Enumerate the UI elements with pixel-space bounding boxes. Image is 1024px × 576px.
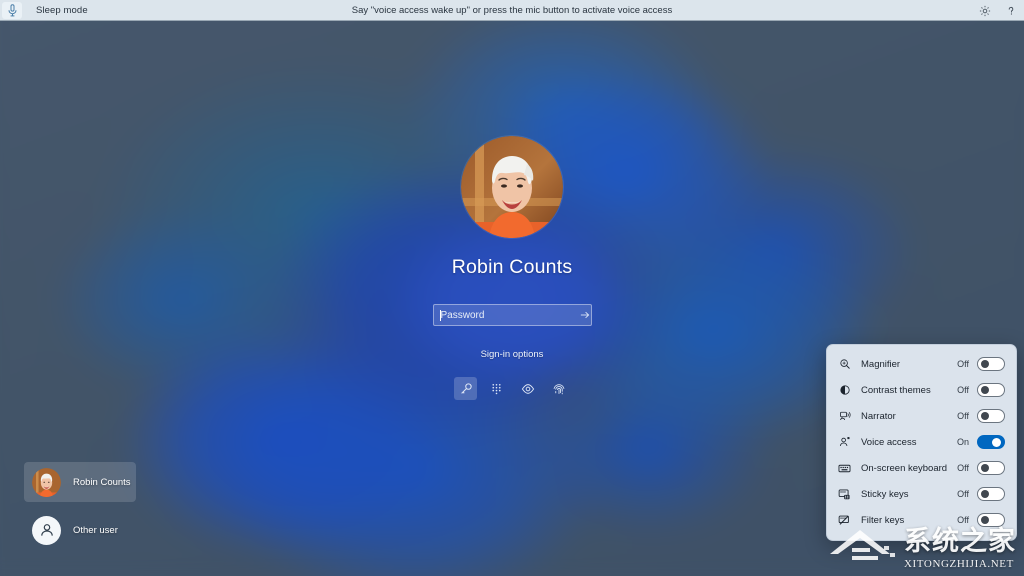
accessibility-item-magnifier[interactable]: Magnifier Off xyxy=(827,351,1016,377)
voice-access-bar-actions xyxy=(978,0,1018,21)
sign-in-methods xyxy=(454,377,570,400)
help-icon[interactable] xyxy=(1004,4,1018,18)
accessibility-item-label: Filter keys xyxy=(861,514,905,526)
toggle-switch[interactable] xyxy=(977,513,1005,527)
status-badge: Off xyxy=(957,515,969,525)
voice-access-icon xyxy=(837,436,852,448)
voice-access-bar: Sleep mode Say "voice access wake up" or… xyxy=(0,0,1024,21)
fingerprint-icon[interactable] xyxy=(547,377,570,400)
avatar xyxy=(461,136,563,238)
pin-keypad-icon[interactable] xyxy=(485,377,508,400)
accessibility-item-label: On-screen keyboard xyxy=(861,462,948,474)
page-title: Robin Counts xyxy=(451,256,573,278)
microphone-icon[interactable] xyxy=(2,1,22,19)
toggle-switch[interactable] xyxy=(977,409,1005,423)
accessibility-item-contrast-themes[interactable]: Contrast themes Off xyxy=(827,377,1016,403)
accessibility-item-voice-access[interactable]: Voice access On xyxy=(827,429,1016,455)
status-badge: Off xyxy=(957,359,969,369)
toggle-switch[interactable] xyxy=(977,487,1005,501)
avatar xyxy=(32,467,61,497)
lock-screen: Sleep mode Say "voice access wake up" or… xyxy=(0,0,1024,576)
voice-access-mode-label: Sleep mode xyxy=(36,4,88,16)
accessibility-flyout: Magnifier Off Contrast themes Off Narrat… xyxy=(826,344,1017,541)
narrator-icon xyxy=(837,410,852,422)
accessibility-item-label: Magnifier xyxy=(861,358,901,370)
text-caret xyxy=(439,310,441,321)
sticky-keys-icon xyxy=(837,488,852,501)
status-badge: On xyxy=(956,437,969,447)
gear-icon[interactable] xyxy=(978,4,992,18)
iris-eye-icon[interactable] xyxy=(516,377,539,400)
status-badge: Off xyxy=(957,385,969,395)
filter-keys-icon xyxy=(837,514,852,527)
sign-in-options-link[interactable]: Sign-in options xyxy=(481,349,544,360)
toggle-switch[interactable] xyxy=(977,435,1005,449)
list-item-label: Robin Counts xyxy=(73,476,131,488)
accessibility-item-narrator[interactable]: Narrator Off xyxy=(827,403,1016,429)
password-field-wrapper[interactable] xyxy=(432,304,592,326)
toggle-switch[interactable] xyxy=(977,357,1005,371)
accessibility-item-label: Contrast themes xyxy=(861,384,931,396)
password-input[interactable] xyxy=(433,305,579,325)
toggle-switch[interactable] xyxy=(977,383,1005,397)
accessibility-item-label: Voice access xyxy=(861,436,917,448)
list-item[interactable]: Other user xyxy=(24,510,136,550)
on-screen-keyboard-icon xyxy=(837,462,852,475)
toggle-switch[interactable] xyxy=(977,461,1005,475)
status-badge: Off xyxy=(957,463,969,473)
user-switcher: Robin Counts Other user xyxy=(24,462,136,550)
person-icon xyxy=(32,515,61,545)
voice-access-hint: Say "voice access wake up" or press the … xyxy=(351,4,673,16)
list-item[interactable]: Robin Counts xyxy=(24,462,136,502)
list-item-label: Other user xyxy=(73,524,118,536)
accessibility-item-label: Narrator xyxy=(861,410,896,422)
accessibility-item-label: Sticky keys xyxy=(861,488,909,500)
status-badge: Off xyxy=(957,489,969,499)
accessibility-item-sticky-keys[interactable]: Sticky keys Off xyxy=(827,481,1016,507)
arrow-right-icon[interactable] xyxy=(579,305,591,325)
status-badge: Off xyxy=(957,411,969,421)
accessibility-item-filter-keys[interactable]: Filter keys Off xyxy=(827,507,1016,533)
contrast-themes-icon xyxy=(837,384,852,396)
magnifier-icon xyxy=(837,358,852,370)
accessibility-item-on-screen-keyboard[interactable]: On-screen keyboard Off xyxy=(827,455,1016,481)
security-key-icon[interactable] xyxy=(454,377,477,400)
